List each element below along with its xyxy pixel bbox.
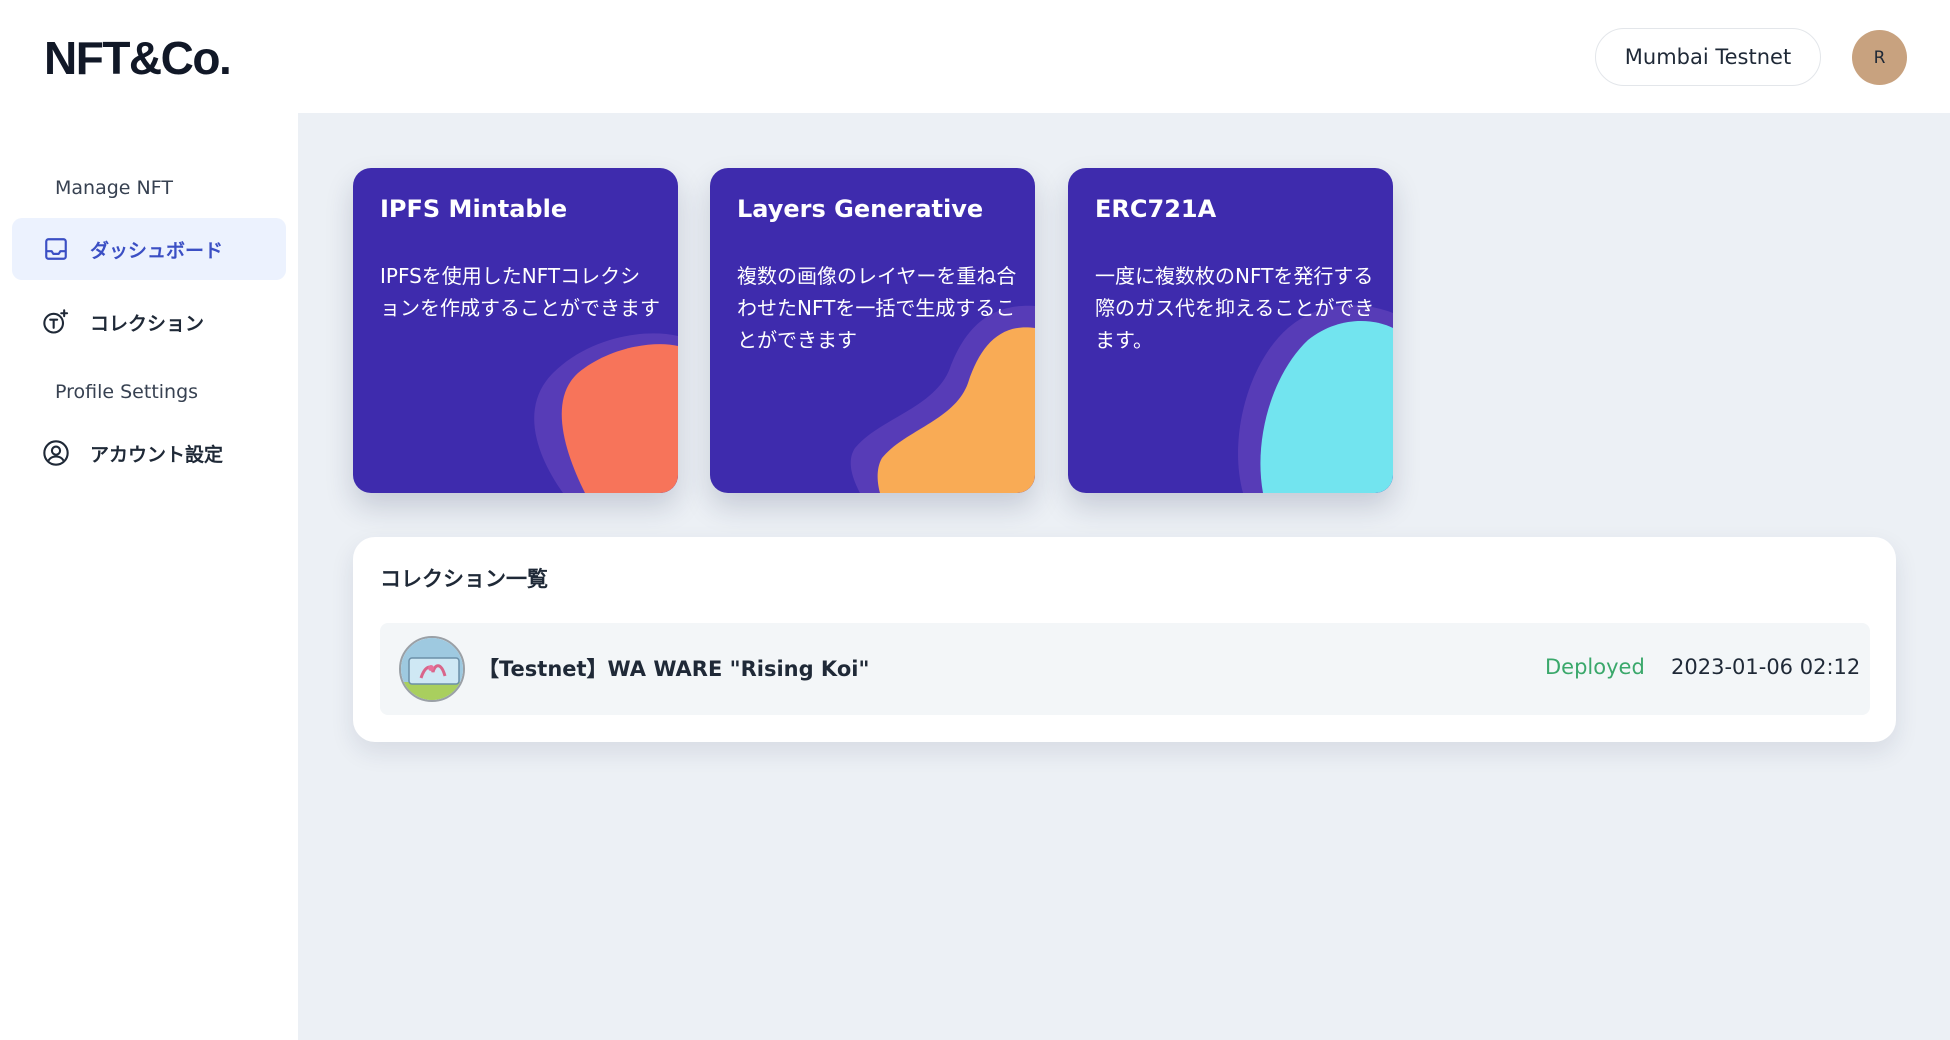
token-sparkle-icon [42,308,70,336]
card-title: ERC721A [1095,195,1217,223]
collections-title: コレクション一覧 [380,567,548,591]
collection-name: 【Testnet】WA WARE "Rising Koi" [478,657,870,681]
sidebar-item-label: アカウント設定 [90,443,224,466]
card-ipfs-mintable[interactable]: IPFS Mintable IPFSを使用したNFTコレクションを作成することが… [353,168,678,493]
sidebar: Manage NFT ダッシュボード コレクション Profile Settin… [0,113,298,1040]
user-circle-icon [42,439,70,467]
inbox-icon [42,235,70,263]
sidebar-item-account-settings[interactable]: アカウント設定 [12,422,286,484]
card-description: IPFSを使用したNFTコレクションを作成することができます [380,264,660,320]
user-avatar[interactable]: R [1852,30,1907,85]
collections-panel: コレクション一覧 【Testnet】WA WARE "Rising Koi" D… [353,537,1896,742]
card-description: 一度に複数枚のNFTを発行する際のガス代を抑えることができます。 [1095,264,1375,352]
main-content: IPFS Mintable IPFSを使用したNFTコレクションを作成することが… [298,113,1950,1040]
status-badge: Deployed [1545,655,1645,679]
sidebar-item-label: コレクション [90,312,205,335]
card-erc721a[interactable]: ERC721A 一度に複数枚のNFTを発行する際のガス代を抑えることができます。 [1068,168,1393,493]
sidebar-section-manage-nft: Manage NFT [55,177,173,199]
collection-row[interactable]: 【Testnet】WA WARE "Rising Koi" Deployed 2… [380,623,1870,715]
network-selector-button[interactable]: Mumbai Testnet [1595,28,1821,86]
card-layers-generative[interactable]: Layers Generative 複数の画像のレイヤーを重ね合わせたNFTを一… [710,168,1035,493]
app-logo[interactable]: NFT&Co. [44,30,232,86]
sidebar-item-collections[interactable]: コレクション [12,291,286,353]
sidebar-section-profile-settings: Profile Settings [55,381,199,403]
sidebar-item-label: ダッシュボード [90,239,224,262]
card-title: Layers Generative [737,195,984,223]
card-description: 複数の画像のレイヤーを重ね合わせたNFTを一括で生成することができます [737,264,1017,352]
top-header: NFT&Co. Mumbai Testnet R [0,0,1950,113]
card-title: IPFS Mintable [380,195,568,223]
sidebar-item-dashboard[interactable]: ダッシュボード [12,218,286,280]
collection-thumbnail [399,636,465,702]
collection-date: 2023-01-06 02:12 [1671,655,1861,679]
